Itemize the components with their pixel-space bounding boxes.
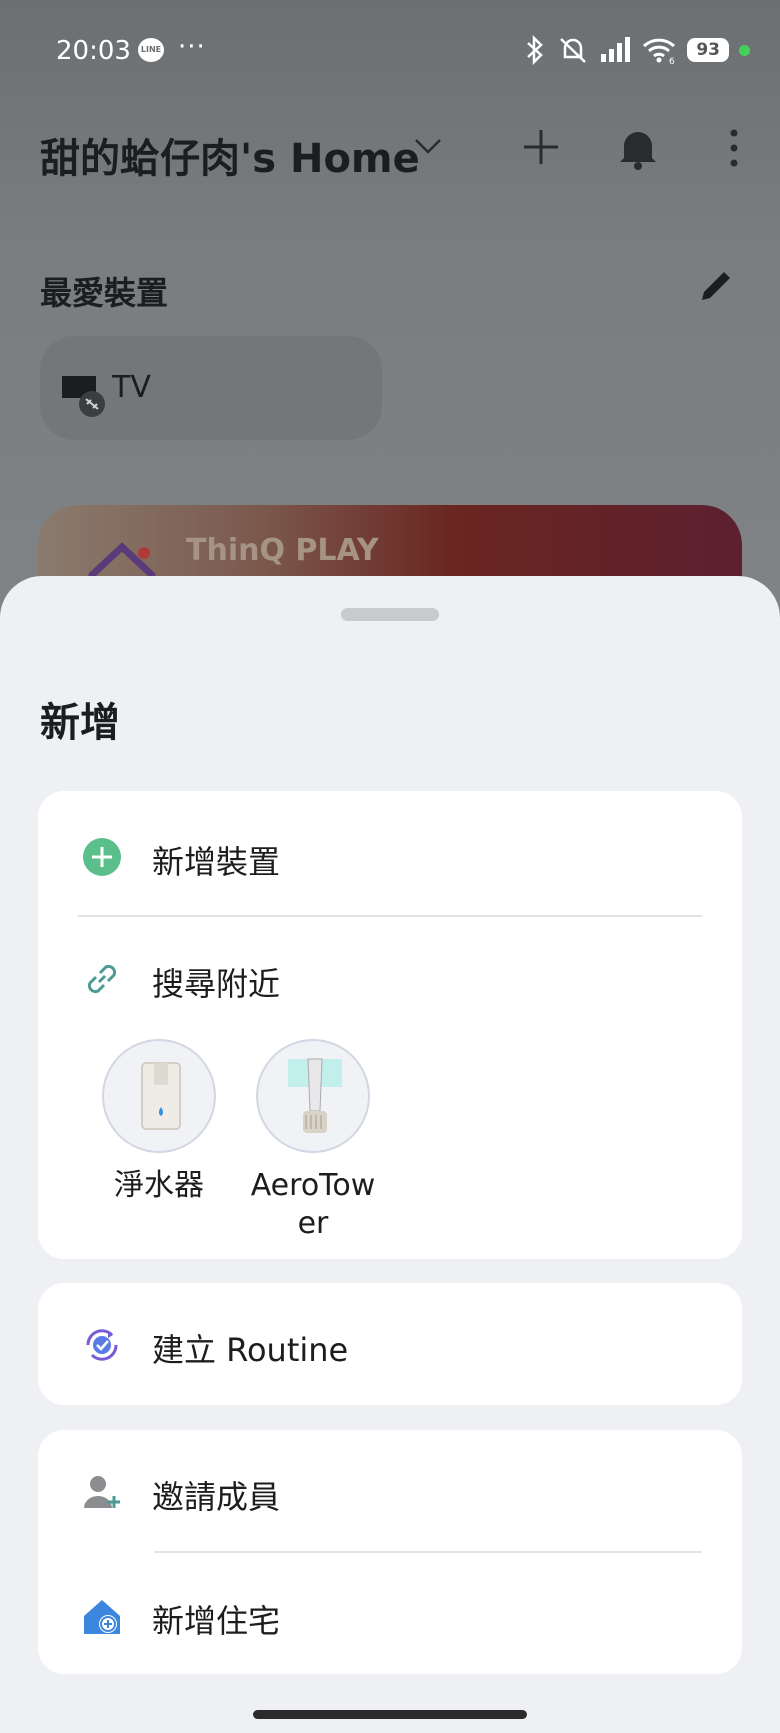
privacy-dot (739, 44, 750, 56)
tv-disconnected-icon (62, 376, 105, 417)
add-home-row[interactable]: 新增住宅 (38, 1560, 742, 1672)
add-home-icon (84, 1600, 120, 1634)
sheet-drag-handle[interactable] (341, 608, 439, 621)
nearby-device-water-purifier[interactable]: 淨水器 (92, 1039, 226, 1205)
invite-member-label: 邀請成員 (152, 1478, 281, 1516)
chevron-down-icon[interactable] (410, 128, 446, 164)
sheet-title: 新增 (40, 700, 120, 746)
link-icon (87, 964, 117, 994)
wifi-icon: 6 (643, 38, 676, 65)
plus-circle-icon (83, 838, 121, 876)
add-device-label: 新增裝置 (152, 843, 281, 881)
bell-icon[interactable] (618, 126, 658, 170)
aerotower-icon (256, 1039, 370, 1153)
add-person-icon (84, 1476, 120, 1508)
routine-icon (86, 1329, 118, 1361)
kebab-menu-icon[interactable] (728, 128, 740, 168)
favorite-device-tv[interactable]: TV (40, 336, 382, 440)
divider (78, 915, 702, 917)
invite-member-row[interactable]: 邀請成員 (38, 1436, 742, 1548)
favorite-device-label: TV (112, 370, 151, 405)
mute-icon (560, 38, 587, 63)
more-notifications-icon: ··· (178, 32, 206, 62)
members-home-card: 邀請成員 新增住宅 (38, 1430, 742, 1674)
status-bar: 20:03 LINE ··· 6 93 (56, 30, 750, 70)
routine-card: 建立 Routine (38, 1283, 742, 1405)
nearby-device-label: AeroTower (250, 1168, 376, 1241)
favorites-title: 最愛裝置 (40, 274, 169, 312)
line-app-icon: LINE (138, 38, 164, 62)
nearby-device-aerotower[interactable]: AeroTower (246, 1039, 380, 1243)
add-device-row[interactable]: 新增裝置 (38, 801, 742, 913)
gesture-home-bar[interactable] (253, 1710, 527, 1719)
plus-icon[interactable] (520, 126, 562, 168)
search-nearby-label: 搜尋附近 (152, 965, 281, 1003)
home-title[interactable]: 甜的蛤仔肉's Home (40, 126, 420, 184)
bluetooth-icon (527, 35, 544, 65)
banner-title: ThinQ PLAY (186, 533, 379, 568)
signal-icon (601, 37, 631, 62)
divider (154, 1551, 702, 1553)
pencil-icon[interactable] (696, 266, 736, 306)
add-home-label: 新增住宅 (152, 1602, 281, 1640)
nearby-device-label: 淨水器 (114, 1168, 204, 1203)
water-purifier-icon (102, 1039, 216, 1153)
home-header: 甜的蛤仔肉's Home (40, 120, 740, 182)
battery-indicator: 93 (687, 38, 729, 62)
create-routine-row[interactable]: 建立 Routine (38, 1289, 742, 1401)
status-time: 20:03 (56, 36, 131, 66)
add-bottom-sheet: 新增 新增裝置 搜尋附近 淨水器 AeroTower 建立 Routine 邀請… (0, 576, 780, 1733)
search-nearby-row[interactable]: 搜尋附近 (38, 923, 742, 1035)
wifi-sub-label: 6 (669, 57, 675, 65)
create-routine-label: 建立 Routine (152, 1331, 349, 1369)
add-device-card: 新增裝置 搜尋附近 淨水器 AeroTower (38, 791, 742, 1259)
